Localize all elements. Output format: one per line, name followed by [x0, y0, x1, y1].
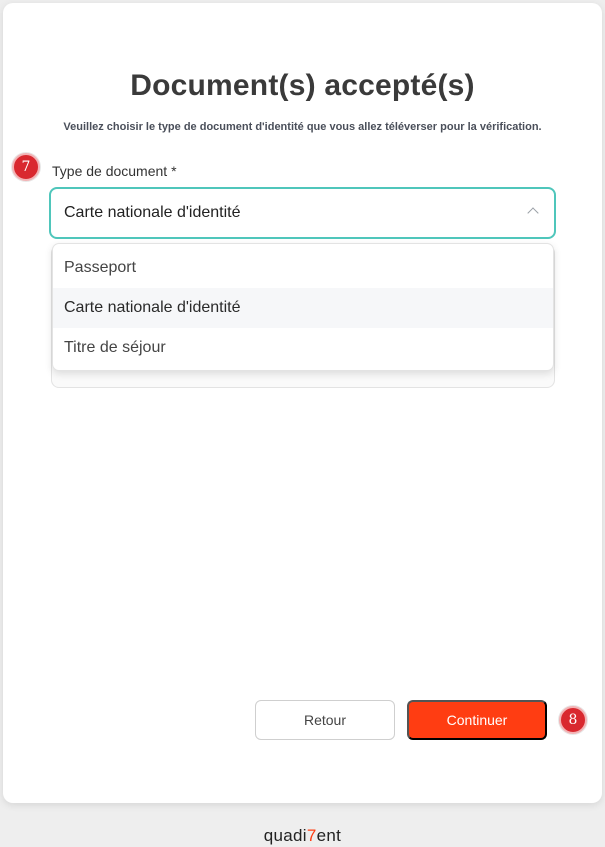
- continue-button[interactable]: Continuer: [407, 700, 547, 740]
- document-type-label: Type de document *: [52, 163, 177, 179]
- selected-value: Carte nationale d'identité: [64, 204, 241, 221]
- option-passeport[interactable]: Passeport: [53, 248, 553, 288]
- step-badge-7: 7: [12, 153, 40, 181]
- brand-logo: quadi7ent: [0, 826, 605, 846]
- main-card: Document(s) accepté(s) Veuillez choisir …: [3, 3, 602, 803]
- brand-part-1: quadi: [263, 826, 307, 845]
- document-type-select[interactable]: Carte nationale d'identité: [49, 187, 556, 239]
- chevron-up-icon: [527, 207, 539, 219]
- brand-accent: 7: [306, 826, 317, 845]
- document-type-dropdown: Passeport Carte nationale d'identité Tit…: [52, 243, 554, 371]
- option-titre-de-sejour[interactable]: Titre de séjour: [53, 328, 553, 368]
- brand-part-2: ent: [316, 826, 342, 845]
- back-button[interactable]: Retour: [255, 700, 395, 740]
- option-carte-nationale[interactable]: Carte nationale d'identité: [53, 288, 553, 328]
- page-subtitle: Veuillez choisir le type de document d'i…: [63, 121, 542, 133]
- page-title: Document(s) accepté(s): [130, 69, 475, 102]
- step-badge-8: 8: [559, 706, 587, 734]
